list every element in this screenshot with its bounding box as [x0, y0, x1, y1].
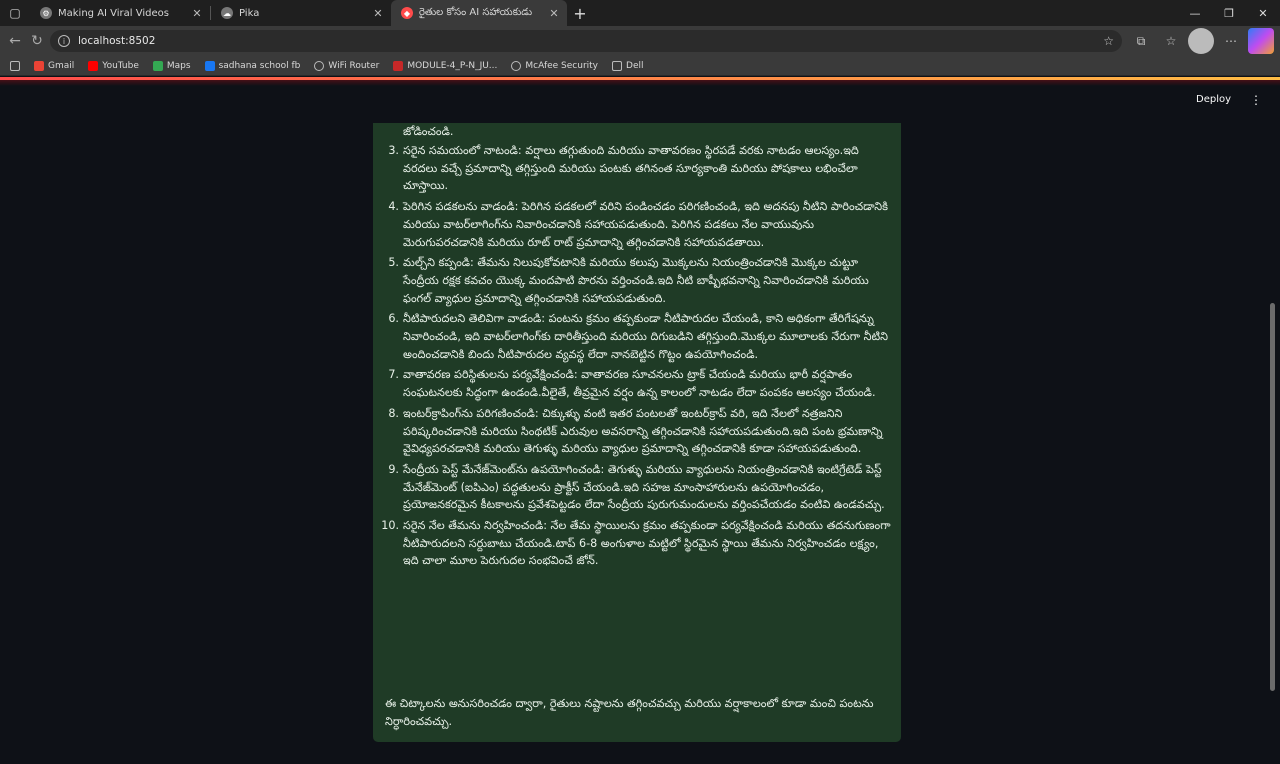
- list-item: 4. పెరిగిన పడకలను వాడండి: పెరిగిన పడకలలో…: [388, 200, 888, 249]
- tips-list: 3. సరైన సమయంలో నాటండి: వర్షాలు తగ్గుతుంది…: [381, 142, 891, 573]
- meta-icon: [204, 60, 215, 71]
- bookmark-wifi-router[interactable]: WiFi Router: [314, 60, 379, 71]
- restore-icon[interactable]: ❐: [1212, 0, 1246, 26]
- bookmark-sadhana[interactable]: sadhana school fb: [204, 60, 300, 71]
- list-item: 10. సరైన నేల తేమను నిర్వహించండి: నేల తేమ …: [381, 519, 891, 568]
- copilot-icon[interactable]: [1248, 28, 1274, 54]
- closing-paragraph: ఈ చిట్కాలను అనుసరించడం ద్వారా, రైతులు నష…: [385, 697, 874, 728]
- favorite-star-icon[interactable]: ☆: [1103, 34, 1114, 48]
- bookmark-youtube[interactable]: YouTube: [88, 60, 139, 71]
- list-item: 5. మల్చ్‌ని కప్పండి: తేమను నిలుపుకోవటానిక…: [388, 256, 869, 305]
- minimize-icon[interactable]: —: [1178, 0, 1212, 26]
- tab-label: Making AI Viral Videos: [58, 7, 169, 19]
- close-tab-icon[interactable]: ✕: [190, 7, 204, 20]
- browser-toolbar: ⧉ ☆ ⋯: [1128, 28, 1274, 54]
- bookmark-maps[interactable]: Maps: [152, 60, 191, 71]
- list-item: 6. నీటిపారుదలని తెలివిగా వాడండి: పంటను క్…: [388, 312, 888, 361]
- header-shadow: [0, 80, 1280, 86]
- deploy-button[interactable]: Deploy: [1196, 94, 1231, 105]
- close-tab-icon[interactable]: ✕: [547, 7, 561, 20]
- continued-text: జోడించండి.: [403, 125, 454, 138]
- browser-tab-bar: ▢ ⚙ Making AI Viral Videos ✕ ☁ Pika ✕ ◆ …: [0, 0, 1280, 26]
- list-item: 7. వాతావరణ పరిస్థితులను పర్యవేక్షించండి: …: [388, 368, 876, 400]
- success-message-box: జోడించండి. 3. సరైన సమయంలో నాటండి: వర్షాలు…: [373, 123, 901, 742]
- bookmark-gmail[interactable]: Gmail: [34, 60, 74, 71]
- maps-icon: [152, 60, 163, 71]
- close-window-icon[interactable]: ✕: [1246, 0, 1280, 26]
- close-tab-icon[interactable]: ✕: [371, 7, 385, 20]
- profile-icon[interactable]: [1188, 28, 1214, 54]
- back-arrow-icon[interactable]: ←: [6, 28, 24, 54]
- bookmarks-bar: Gmail YouTube Maps sadhana school fb WiF…: [0, 56, 1280, 76]
- tab-actions-icon[interactable]: ▢: [0, 0, 30, 26]
- url-bar[interactable]: i localhost:8502 ☆: [50, 30, 1122, 52]
- list-item: 8. ఇంటర్‌క్రాపింగ్‌ను పరిగణించండి: చిక్కు…: [388, 406, 883, 456]
- page-scrollbar[interactable]: [1270, 303, 1275, 691]
- bookmark-dell[interactable]: Dell: [612, 60, 643, 71]
- url-text[interactable]: localhost:8502: [78, 35, 1095, 47]
- bookmarks-toggle-icon[interactable]: [10, 60, 20, 71]
- bookmark-mcafee[interactable]: McAfee Security: [511, 60, 598, 71]
- globe-icon: [314, 60, 325, 71]
- globe-icon: [511, 60, 522, 71]
- gmail-icon: [34, 60, 44, 71]
- youtube-icon: [88, 60, 99, 71]
- extensions-icon[interactable]: ⧉: [1128, 28, 1154, 54]
- browser-tab-active[interactable]: ◆ రైతుల కోసం AI సహాయకుడు ✕: [391, 0, 567, 26]
- folder-icon: [612, 60, 623, 71]
- refresh-icon[interactable]: ↻: [28, 28, 46, 54]
- streamlit-app: Deploy ⋮ జోడించండి. 3. సరైన సమయంలో నాటండి…: [0, 77, 1280, 764]
- openai-tab-icon: ⚙: [40, 7, 52, 19]
- cloud-tab-icon: ☁: [221, 7, 233, 19]
- browser-tab[interactable]: ☁ Pika ✕: [211, 0, 391, 26]
- streamlit-tab-icon: ◆: [401, 7, 413, 19]
- browser-tab[interactable]: ⚙ Making AI Viral Videos ✕: [30, 0, 210, 26]
- site-info-icon[interactable]: i: [58, 35, 70, 47]
- pdf-icon: [393, 60, 404, 71]
- main-menu-icon[interactable]: ⋮: [1250, 93, 1262, 107]
- favorites-icon[interactable]: ☆: [1158, 28, 1184, 54]
- window-controls: — ❐ ✕: [1178, 0, 1280, 26]
- list-item: 3. సరైన సమయంలో నాటండి: వర్షాలు తగ్గుతుంది…: [388, 144, 859, 193]
- tab-label: Pika: [239, 7, 260, 19]
- new-tab-button[interactable]: +: [567, 4, 593, 23]
- bookmark-module4[interactable]: MODULE-4_P-N_JU...: [393, 60, 497, 71]
- more-menu-icon[interactable]: ⋯: [1218, 28, 1244, 54]
- address-bar-row: ← ↻ i localhost:8502 ☆ ⧉ ☆ ⋯: [0, 26, 1280, 56]
- list-item: 9. సేంద్రీయ పెస్ట్ మేనేజ్‌మెంట్‌ను ఉపయోగ…: [388, 462, 885, 512]
- tab-label: రైతుల కోసం AI సహాయకుడు: [419, 7, 533, 18]
